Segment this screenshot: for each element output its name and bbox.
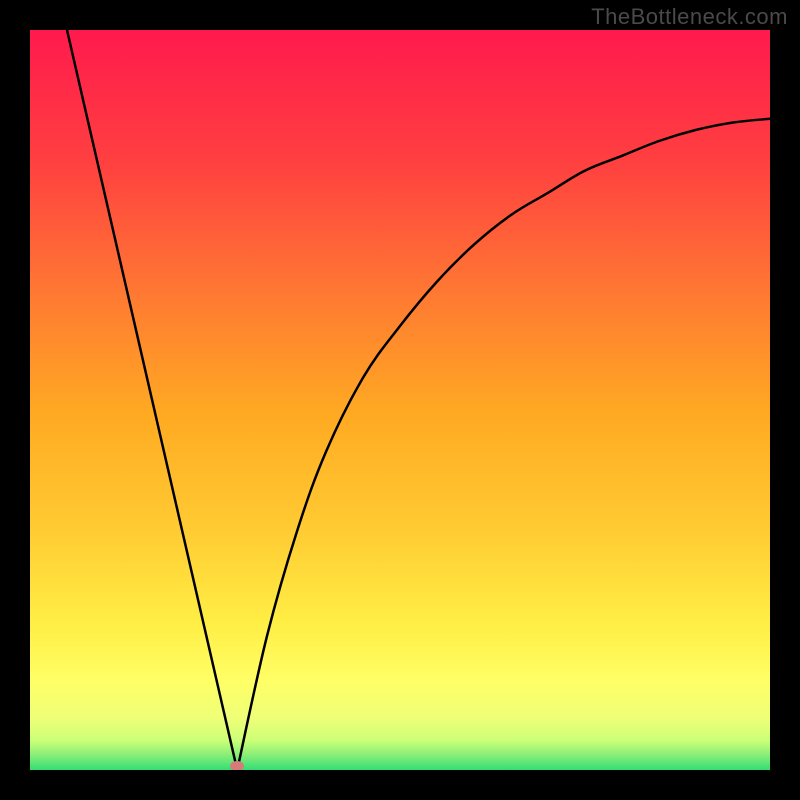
watermark-text: TheBottleneck.com xyxy=(591,4,788,30)
plot-area xyxy=(30,30,770,770)
bottleneck-curve xyxy=(30,30,770,770)
minimum-marker xyxy=(230,761,244,770)
